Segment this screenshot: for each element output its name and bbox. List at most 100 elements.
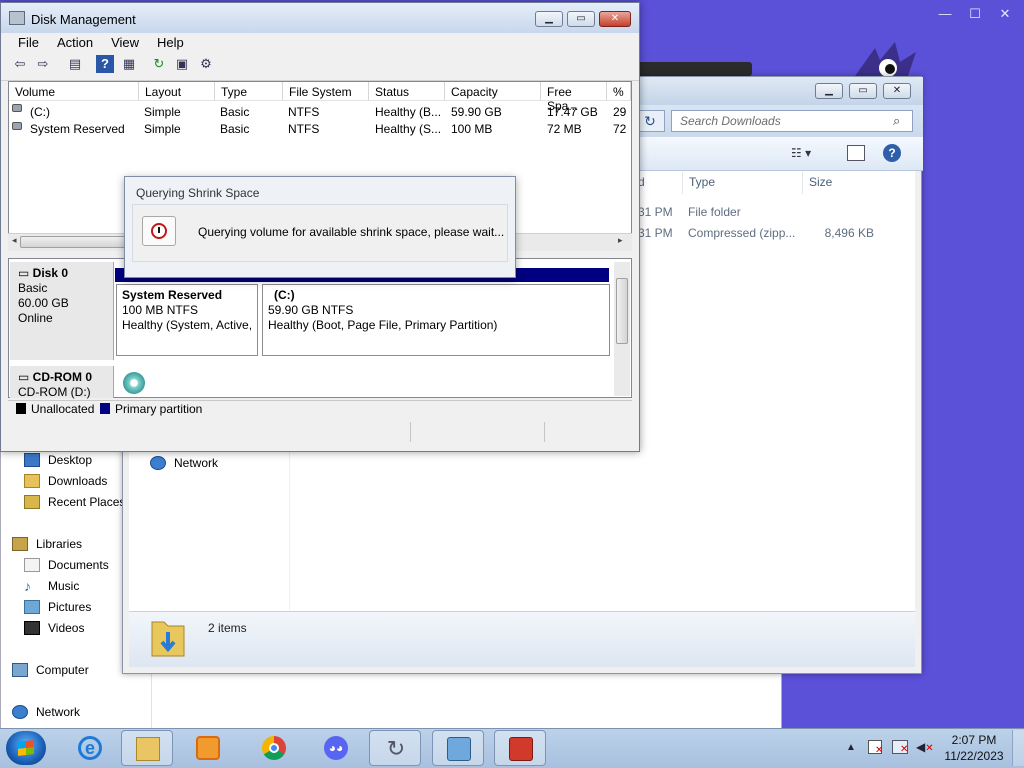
minimize-button[interactable]: ▁ [535, 11, 563, 27]
network-status-icon[interactable]: ✕ [892, 740, 908, 755]
help-icon[interactable]: ? [96, 55, 114, 73]
clock-date[interactable]: 11/22/2023 [942, 749, 1006, 763]
scrollbar-thumb[interactable] [616, 278, 628, 344]
refresh-icon[interactable]: ↻ [150, 55, 168, 73]
minimize-icon[interactable]: — [930, 6, 960, 21]
menu-file[interactable]: File [1, 33, 48, 53]
volume-layout: Simple [144, 105, 181, 119]
help-icon[interactable]: ? [883, 144, 901, 162]
maximize-button[interactable]: ▭ [849, 83, 877, 99]
volume-capacity: 59.90 GB [451, 105, 502, 119]
status-bar [8, 420, 632, 444]
column-header-type[interactable]: Type [682, 172, 800, 194]
action-center-icon[interactable]: ✕ [868, 740, 883, 756]
column-header-free-space[interactable]: Free Spa... [541, 82, 607, 113]
volume-name[interactable]: System Reserved [30, 122, 125, 136]
nav-item-desktop[interactable]: Desktop [24, 450, 92, 470]
close-button[interactable]: ✕ [599, 11, 631, 27]
taskbar-media-player[interactable] [182, 730, 234, 766]
column-header-file-system[interactable]: File System [283, 82, 369, 101]
libraries-icon [12, 537, 28, 551]
menu-bar: File Action View Help [1, 33, 639, 53]
taskbar-file-explorer[interactable] [121, 730, 173, 766]
hourglass-clock-icon [142, 216, 176, 246]
disk-0-label[interactable]: ▭ Disk 0 Basic 60.00 GB Online [10, 262, 114, 360]
column-header-layout[interactable]: Layout [139, 82, 215, 101]
cdrom-0-label[interactable]: ▭ CD-ROM 0 CD-ROM (D:) [10, 366, 114, 399]
vertical-scrollbar[interactable] [614, 262, 630, 396]
network-icon [150, 456, 166, 470]
rescan-disks-icon[interactable]: ▣ [173, 55, 191, 73]
discord-icon: ◕◕ [324, 736, 348, 760]
nav-item-pictures[interactable]: Pictures [24, 597, 91, 617]
taskbar-control-panel[interactable] [432, 730, 484, 766]
close-icon[interactable]: ✕ [990, 6, 1020, 22]
nav-item-recent-places[interactable]: Recent Places [24, 492, 125, 512]
volume-name[interactable]: (C:) [30, 105, 50, 119]
forward-arrow-icon[interactable]: ⇨ [34, 55, 52, 73]
menu-view[interactable]: View [102, 33, 148, 53]
column-header-percent-free[interactable]: % F [607, 82, 631, 101]
scrollbar-thumb[interactable] [20, 236, 130, 248]
disk-management-app-icon [9, 11, 25, 25]
taskbar-internet-explorer[interactable]: e [64, 730, 116, 766]
nav-label: Videos [48, 621, 85, 635]
partition-system-reserved[interactable]: System Reserved 100 MB NTFS Healthy (Sys… [116, 284, 258, 356]
column-header-status[interactable]: Status [369, 82, 445, 101]
minimize-button[interactable]: ▁ [815, 83, 843, 99]
recent-places-icon [24, 495, 40, 509]
taskbar-sync[interactable]: ↻ [369, 730, 421, 766]
nav-label: Pictures [48, 600, 92, 614]
show-hide-console-tree-icon[interactable]: ▤ [66, 55, 84, 73]
maximize-icon[interactable]: ☐ [960, 6, 990, 22]
column-header-volume[interactable]: Volume [9, 82, 139, 101]
nav-item-downloads[interactable]: Downloads [24, 471, 107, 491]
scroll-right-icon[interactable]: ▸ [618, 235, 623, 246]
search-icon[interactable]: ⌕ [893, 113, 909, 129]
show-hidden-icons-icon[interactable]: ▲ [846, 742, 856, 753]
volume-drive-icon [12, 122, 22, 130]
partition-size: 100 MB NTFS [122, 303, 199, 317]
settings-icon[interactable]: ⚙ [197, 55, 215, 73]
clock-time[interactable]: 2:07 PM [946, 733, 1002, 747]
preview-pane-icon[interactable] [847, 145, 865, 161]
background-window-controls: — ☐ ✕ [930, 6, 1024, 24]
nav-item-network-front[interactable]: Network [150, 453, 218, 473]
nav-item-music[interactable]: ♪ Music [24, 576, 79, 596]
search-input[interactable]: Search Downloads [671, 110, 913, 132]
taskbar-discord[interactable]: ◕◕ [310, 730, 362, 766]
menu-help[interactable]: Help [148, 33, 193, 53]
view-options-icon[interactable]: ☷ ▾ [791, 146, 825, 162]
file-type: File folder [688, 205, 741, 219]
taskbar-toolbox[interactable] [494, 730, 546, 766]
properties-icon[interactable]: ▦ [120, 55, 138, 73]
chrome-icon [262, 736, 286, 760]
disk-name: ▭ Disk 0 [18, 266, 69, 280]
folder-icon [136, 737, 160, 761]
volume-muted-icon[interactable]: ◀✕ [916, 740, 934, 754]
nav-item-libraries[interactable]: Libraries [12, 534, 82, 554]
back-arrow-icon[interactable]: ⇦ [11, 55, 29, 73]
partition-c[interactable]: (C:) 59.90 GB NTFS Healthy (Boot, Page F… [262, 284, 610, 356]
nav-item-documents[interactable]: Documents [24, 555, 109, 575]
nav-item-videos[interactable]: Videos [24, 618, 84, 638]
close-button[interactable]: ✕ [883, 83, 911, 99]
column-header-capacity[interactable]: Capacity [445, 82, 541, 101]
status-item-count: 2 items [208, 621, 247, 635]
computer-icon [12, 663, 28, 677]
volume-drive-icon [12, 104, 22, 112]
column-header-size[interactable]: Size [802, 172, 882, 194]
column-header-type[interactable]: Type [215, 82, 283, 101]
nav-item-network[interactable]: Network [12, 702, 80, 722]
show-desktop-button[interactable] [1012, 730, 1024, 766]
desktop-icon [24, 453, 40, 467]
scroll-left-icon[interactable]: ◂ [12, 235, 17, 246]
taskbar-chrome[interactable] [248, 730, 300, 766]
downloads-folder-large-icon [151, 621, 185, 657]
legend-label-primary: Primary partition [115, 402, 203, 416]
volume-status: Healthy (B... [375, 105, 442, 119]
menu-action[interactable]: Action [48, 33, 102, 53]
start-button[interactable] [6, 731, 46, 765]
maximize-button[interactable]: ▭ [567, 11, 595, 27]
nav-item-computer[interactable]: Computer [12, 660, 89, 680]
